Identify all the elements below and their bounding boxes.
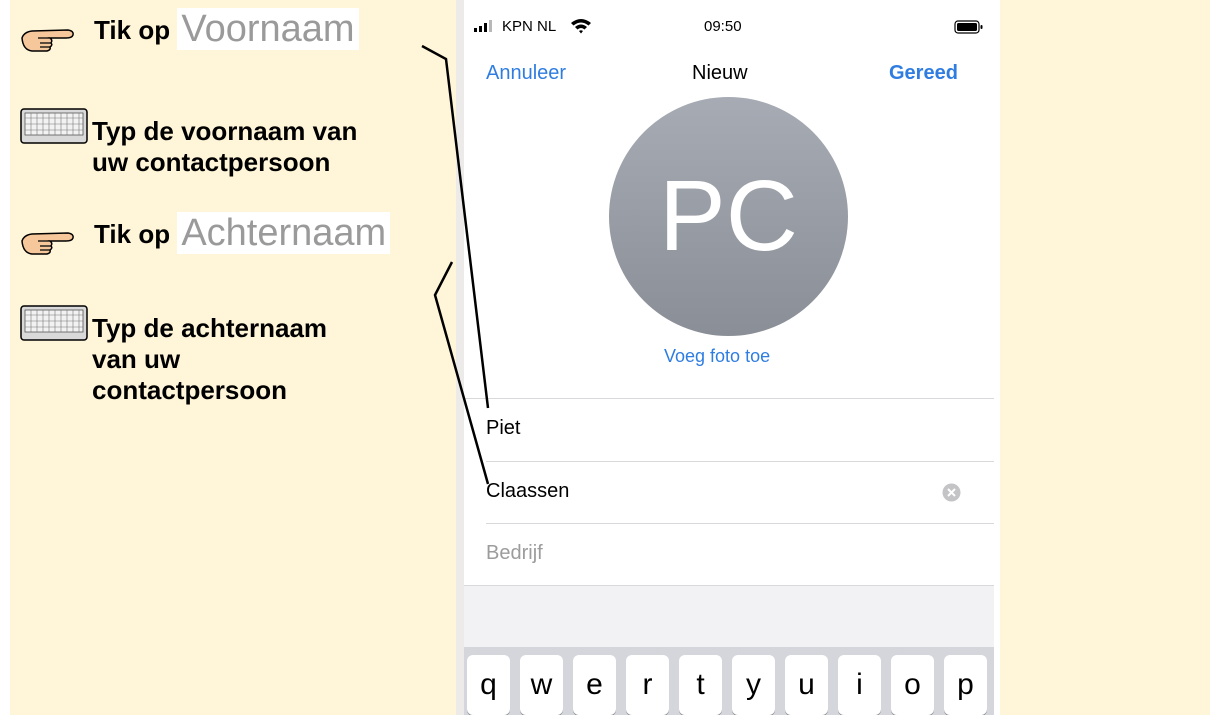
instruction-line: uw contactpersoon xyxy=(92,147,331,177)
key-q[interactable]: q xyxy=(467,655,510,715)
instruction-prefix: Tik op xyxy=(94,15,171,45)
keyboard-icon xyxy=(20,305,88,341)
first-name-key-label: Voornaam xyxy=(177,8,359,50)
company-field[interactable]: Bedrijf xyxy=(486,524,994,586)
instruction-line: Typ de voornaam van xyxy=(92,116,358,146)
key-p[interactable]: p xyxy=(944,655,987,715)
navigation-bar: Annuleer Nieuw Gereed xyxy=(464,56,994,92)
instruction-type-first-name: Typ de voornaam van uw contactpersoon xyxy=(92,116,357,178)
instruction-prefix: Tik op xyxy=(94,219,171,249)
instruction-line: contactpersoon xyxy=(92,375,288,405)
instruction-line: van uw xyxy=(92,344,181,374)
pointing-hand-icon xyxy=(21,29,74,52)
key-i[interactable]: i xyxy=(838,655,881,715)
key-t[interactable]: t xyxy=(679,655,722,715)
on-screen-keyboard: q w e r t y u i o p xyxy=(464,647,994,715)
key-e[interactable]: e xyxy=(573,655,616,715)
battery-icon xyxy=(954,20,983,34)
instruction-tap-first-name: Tik op Voornaam xyxy=(94,8,359,50)
key-r[interactable]: r xyxy=(626,655,669,715)
key-u[interactable]: u xyxy=(785,655,828,715)
page-title: Nieuw xyxy=(692,62,748,84)
pointing-hand-icon xyxy=(21,232,74,255)
key-o[interactable]: o xyxy=(891,655,934,715)
add-photo-button[interactable]: Voeg foto toe xyxy=(664,346,770,367)
avatar-initials: PC xyxy=(659,160,798,272)
instruction-tap-last-name: Tik op Achternaam xyxy=(94,212,391,254)
status-bar: KPN NL 09:50 xyxy=(464,0,994,52)
phone-screen: KPN NL 09:50 Annuleer Nieuw Gereed PC Vo… xyxy=(464,0,994,715)
clock-label: 09:50 xyxy=(704,18,742,35)
key-y[interactable]: y xyxy=(732,655,775,715)
company-placeholder: Bedrijf xyxy=(486,542,543,564)
right-margin-panel xyxy=(1000,0,1210,715)
key-w[interactable]: w xyxy=(520,655,563,715)
wifi-icon xyxy=(571,19,591,34)
instruction-type-last-name: Typ de achternaam van uw contactpersoon xyxy=(92,313,327,406)
cancel-button[interactable]: Annuleer xyxy=(486,62,566,85)
separator-strip xyxy=(456,0,464,715)
last-name-key-label: Achternaam xyxy=(177,212,391,254)
keyboard-icon xyxy=(20,108,88,144)
last-name-field[interactable]: Claassen xyxy=(486,462,994,524)
done-button[interactable]: Gereed xyxy=(889,62,958,85)
last-name-value: Claassen xyxy=(486,480,570,502)
first-name-value: Piet xyxy=(486,417,521,439)
first-name-field[interactable]: Piet xyxy=(486,399,994,461)
signal-icon xyxy=(474,20,492,32)
instruction-line: Typ de achternaam xyxy=(92,313,328,343)
clear-icon[interactable] xyxy=(942,483,961,502)
avatar[interactable]: PC xyxy=(609,97,848,336)
carrier-label: KPN NL xyxy=(502,18,557,35)
